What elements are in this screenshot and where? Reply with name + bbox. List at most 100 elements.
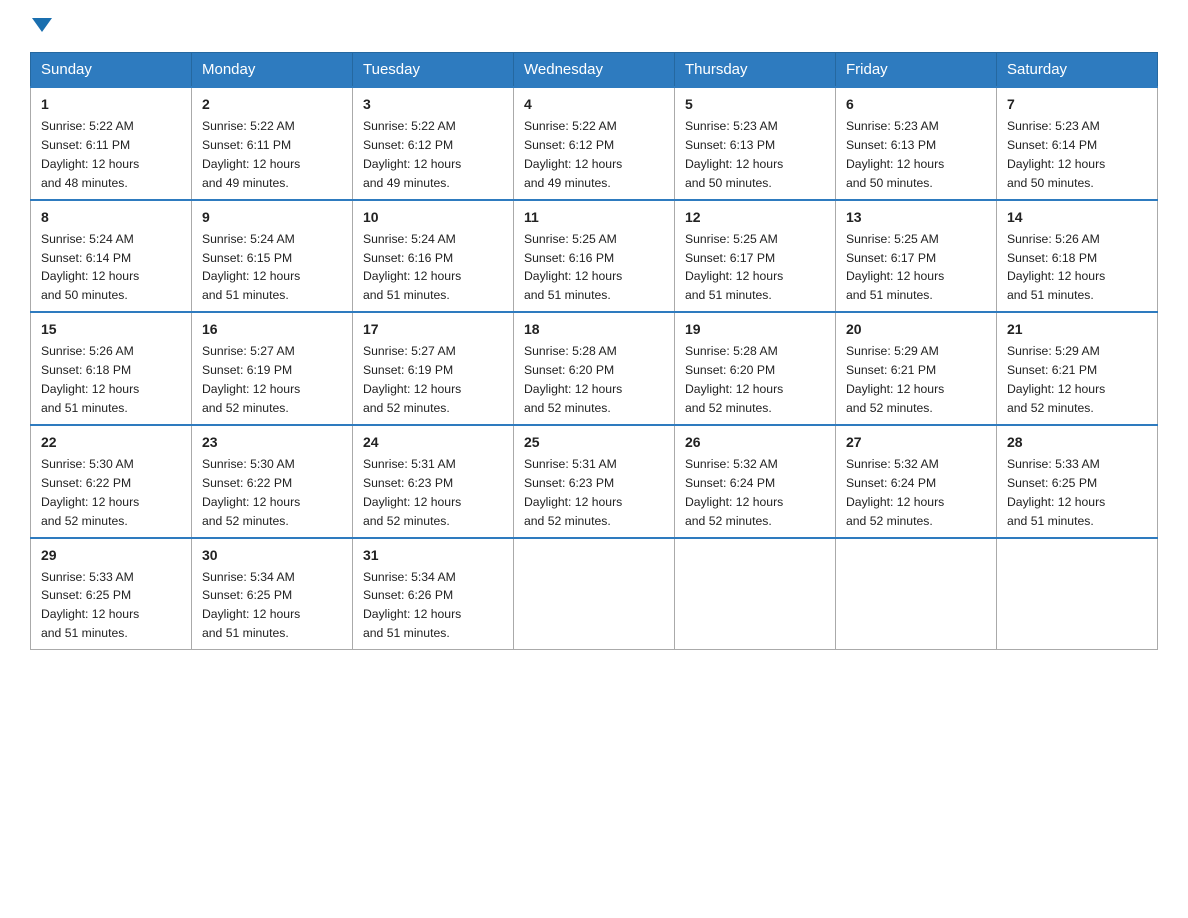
- week-row-5: 29 Sunrise: 5:33 AMSunset: 6:25 PMDayligh…: [31, 538, 1158, 650]
- day-number: 21: [1007, 319, 1147, 340]
- header-thursday: Thursday: [675, 53, 836, 88]
- day-cell: 21 Sunrise: 5:29 AMSunset: 6:21 PMDayligh…: [997, 312, 1158, 425]
- day-info: Sunrise: 5:31 AMSunset: 6:23 PMDaylight:…: [524, 457, 622, 528]
- day-cell: 13 Sunrise: 5:25 AMSunset: 6:17 PMDayligh…: [836, 200, 997, 313]
- week-row-3: 15 Sunrise: 5:26 AMSunset: 6:18 PMDayligh…: [31, 312, 1158, 425]
- day-info: Sunrise: 5:29 AMSunset: 6:21 PMDaylight:…: [846, 344, 944, 415]
- day-info: Sunrise: 5:33 AMSunset: 6:25 PMDaylight:…: [1007, 457, 1105, 528]
- day-number: 9: [202, 207, 342, 228]
- day-number: 31: [363, 545, 503, 566]
- day-cell: 30 Sunrise: 5:34 AMSunset: 6:25 PMDayligh…: [192, 538, 353, 650]
- day-info: Sunrise: 5:25 AMSunset: 6:17 PMDaylight:…: [846, 232, 944, 303]
- header-friday: Friday: [836, 53, 997, 88]
- day-info: Sunrise: 5:29 AMSunset: 6:21 PMDaylight:…: [1007, 344, 1105, 415]
- day-cell: 24 Sunrise: 5:31 AMSunset: 6:23 PMDayligh…: [353, 425, 514, 538]
- day-number: 30: [202, 545, 342, 566]
- day-number: 18: [524, 319, 664, 340]
- day-cell: 11Sunrise: 5:25 AMSunset: 6:16 PMDayligh…: [514, 200, 675, 313]
- day-cell: 3 Sunrise: 5:22 AMSunset: 6:12 PMDaylight…: [353, 87, 514, 200]
- day-info: Sunrise: 5:34 AMSunset: 6:26 PMDaylight:…: [363, 570, 461, 641]
- day-cell: 9 Sunrise: 5:24 AMSunset: 6:15 PMDaylight…: [192, 200, 353, 313]
- day-cell: [675, 538, 836, 650]
- day-cell: 25Sunrise: 5:31 AMSunset: 6:23 PMDayligh…: [514, 425, 675, 538]
- day-info: Sunrise: 5:26 AMSunset: 6:18 PMDaylight:…: [1007, 232, 1105, 303]
- day-cell: 20 Sunrise: 5:29 AMSunset: 6:21 PMDayligh…: [836, 312, 997, 425]
- day-cell: 12Sunrise: 5:25 AMSunset: 6:17 PMDayligh…: [675, 200, 836, 313]
- week-row-1: 1 Sunrise: 5:22 AMSunset: 6:11 PMDaylight…: [31, 87, 1158, 200]
- day-info: Sunrise: 5:28 AMSunset: 6:20 PMDaylight:…: [685, 344, 783, 415]
- day-number: 7: [1007, 94, 1147, 115]
- day-cell: 31 Sunrise: 5:34 AMSunset: 6:26 PMDayligh…: [353, 538, 514, 650]
- day-number: 10: [363, 207, 503, 228]
- header-row: SundayMondayTuesdayWednesdayThursdayFrid…: [31, 53, 1158, 88]
- day-cell: 22Sunrise: 5:30 AMSunset: 6:22 PMDayligh…: [31, 425, 192, 538]
- day-info: Sunrise: 5:23 AMSunset: 6:13 PMDaylight:…: [846, 119, 944, 190]
- day-info: Sunrise: 5:24 AMSunset: 6:14 PMDaylight:…: [41, 232, 139, 303]
- day-cell: 7 Sunrise: 5:23 AMSunset: 6:14 PMDaylight…: [997, 87, 1158, 200]
- day-cell: 5Sunrise: 5:23 AMSunset: 6:13 PMDaylight…: [675, 87, 836, 200]
- day-cell: 18 Sunrise: 5:28 AMSunset: 6:20 PMDayligh…: [514, 312, 675, 425]
- calendar-table: SundayMondayTuesdayWednesdayThursdayFrid…: [30, 52, 1158, 650]
- day-info: Sunrise: 5:32 AMSunset: 6:24 PMDaylight:…: [846, 457, 944, 528]
- day-info: Sunrise: 5:23 AMSunset: 6:14 PMDaylight:…: [1007, 119, 1105, 190]
- day-info: Sunrise: 5:27 AMSunset: 6:19 PMDaylight:…: [202, 344, 300, 415]
- day-info: Sunrise: 5:22 AMSunset: 6:12 PMDaylight:…: [363, 119, 461, 190]
- day-cell: 8Sunrise: 5:24 AMSunset: 6:14 PMDaylight…: [31, 200, 192, 313]
- day-info: Sunrise: 5:33 AMSunset: 6:25 PMDaylight:…: [41, 570, 139, 641]
- day-cell: 16 Sunrise: 5:27 AMSunset: 6:19 PMDayligh…: [192, 312, 353, 425]
- day-number: 4: [524, 94, 664, 115]
- day-number: 20: [846, 319, 986, 340]
- day-info: Sunrise: 5:22 AMSunset: 6:12 PMDaylight:…: [524, 119, 622, 190]
- day-cell: 4 Sunrise: 5:22 AMSunset: 6:12 PMDaylight…: [514, 87, 675, 200]
- day-number: 17: [363, 319, 503, 340]
- day-cell: 29 Sunrise: 5:33 AMSunset: 6:25 PMDayligh…: [31, 538, 192, 650]
- day-number: 28: [1007, 432, 1147, 453]
- day-number: 15: [41, 319, 181, 340]
- day-cell: 17 Sunrise: 5:27 AMSunset: 6:19 PMDayligh…: [353, 312, 514, 425]
- day-cell: [836, 538, 997, 650]
- day-cell: 15 Sunrise: 5:26 AMSunset: 6:18 PMDayligh…: [31, 312, 192, 425]
- day-number: 3: [363, 94, 503, 115]
- day-info: Sunrise: 5:26 AMSunset: 6:18 PMDaylight:…: [41, 344, 139, 415]
- day-info: Sunrise: 5:24 AMSunset: 6:16 PMDaylight:…: [363, 232, 461, 303]
- day-cell: 14 Sunrise: 5:26 AMSunset: 6:18 PMDayligh…: [997, 200, 1158, 313]
- day-number: 19: [685, 319, 825, 340]
- day-number: 13: [846, 207, 986, 228]
- day-info: Sunrise: 5:34 AMSunset: 6:25 PMDaylight:…: [202, 570, 300, 641]
- day-info: Sunrise: 5:31 AMSunset: 6:23 PMDaylight:…: [363, 457, 461, 528]
- day-info: Sunrise: 5:24 AMSunset: 6:15 PMDaylight:…: [202, 232, 300, 303]
- day-cell: 28 Sunrise: 5:33 AMSunset: 6:25 PMDayligh…: [997, 425, 1158, 538]
- day-cell: 27 Sunrise: 5:32 AMSunset: 6:24 PMDayligh…: [836, 425, 997, 538]
- week-row-2: 8Sunrise: 5:24 AMSunset: 6:14 PMDaylight…: [31, 200, 1158, 313]
- page-header: [30, 20, 1158, 34]
- day-info: Sunrise: 5:22 AMSunset: 6:11 PMDaylight:…: [202, 119, 300, 190]
- header-wednesday: Wednesday: [514, 53, 675, 88]
- day-number: 16: [202, 319, 342, 340]
- day-info: Sunrise: 5:28 AMSunset: 6:20 PMDaylight:…: [524, 344, 622, 415]
- day-cell: 1 Sunrise: 5:22 AMSunset: 6:11 PMDaylight…: [31, 87, 192, 200]
- day-cell: [514, 538, 675, 650]
- day-number: 11: [524, 207, 664, 228]
- day-info: Sunrise: 5:27 AMSunset: 6:19 PMDaylight:…: [363, 344, 461, 415]
- day-number: 29: [41, 545, 181, 566]
- day-info: Sunrise: 5:32 AMSunset: 6:24 PMDaylight:…: [685, 457, 783, 528]
- day-cell: 6 Sunrise: 5:23 AMSunset: 6:13 PMDaylight…: [836, 87, 997, 200]
- header-saturday: Saturday: [997, 53, 1158, 88]
- day-cell: [997, 538, 1158, 650]
- day-number: 27: [846, 432, 986, 453]
- day-number: 6: [846, 94, 986, 115]
- logo: [30, 20, 52, 34]
- day-info: Sunrise: 5:22 AMSunset: 6:11 PMDaylight:…: [41, 119, 139, 190]
- day-info: Sunrise: 5:30 AMSunset: 6:22 PMDaylight:…: [202, 457, 300, 528]
- day-number: 1: [41, 94, 181, 115]
- day-info: Sunrise: 5:23 AMSunset: 6:13 PMDaylight:…: [685, 119, 783, 190]
- week-row-4: 22Sunrise: 5:30 AMSunset: 6:22 PMDayligh…: [31, 425, 1158, 538]
- day-cell: 2 Sunrise: 5:22 AMSunset: 6:11 PMDaylight…: [192, 87, 353, 200]
- day-cell: 19 Sunrise: 5:28 AMSunset: 6:20 PMDayligh…: [675, 312, 836, 425]
- day-cell: 26Sunrise: 5:32 AMSunset: 6:24 PMDayligh…: [675, 425, 836, 538]
- day-number: 2: [202, 94, 342, 115]
- day-number: 24: [363, 432, 503, 453]
- header-monday: Monday: [192, 53, 353, 88]
- day-number: 14: [1007, 207, 1147, 228]
- header-sunday: Sunday: [31, 53, 192, 88]
